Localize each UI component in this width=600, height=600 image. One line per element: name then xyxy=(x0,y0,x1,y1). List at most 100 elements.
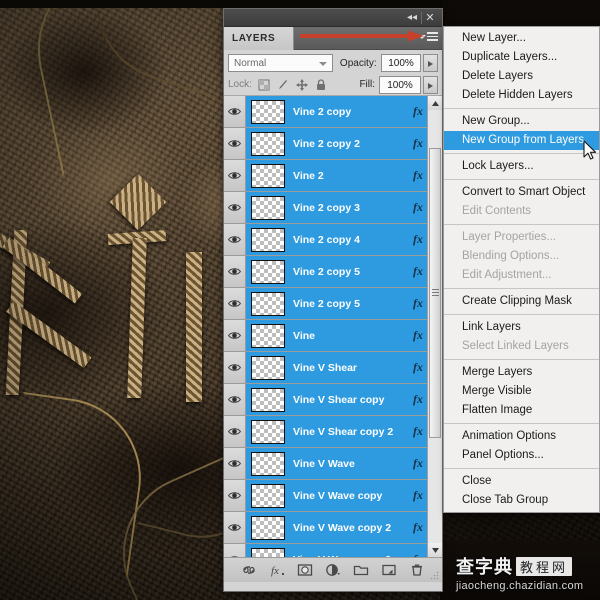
delete-layer-icon[interactable] xyxy=(409,562,425,578)
menu-item[interactable]: Delete Layers xyxy=(444,67,599,86)
table-row[interactable]: Vine V Wave copy 2 fx xyxy=(224,512,442,544)
table-row[interactable]: Vine V Wave copy fx xyxy=(224,480,442,512)
add-layer-mask-icon[interactable] xyxy=(297,562,313,578)
layer-thumbnail[interactable] xyxy=(251,259,285,284)
table-row[interactable]: Vine V Shear fx xyxy=(224,352,442,384)
menu-item[interactable]: Convert to Smart Object xyxy=(444,183,599,202)
layer-effects-fx-icon[interactable]: fx xyxy=(413,392,423,407)
scroll-up-arrow-icon[interactable] xyxy=(428,96,442,110)
add-layer-style-fx-icon[interactable]: fx xyxy=(269,562,285,578)
opacity-stepper[interactable] xyxy=(423,54,438,72)
menu-item[interactable]: Animation Options xyxy=(444,427,599,446)
menu-item[interactable]: Merge Visible xyxy=(444,382,599,401)
layer-visibility-toggle[interactable] xyxy=(224,480,246,511)
layer-thumbnail[interactable] xyxy=(251,195,285,220)
table-row[interactable]: Vine 2 copy 5 fx xyxy=(224,288,442,320)
layer-effects-fx-icon[interactable]: fx xyxy=(413,360,423,375)
menu-item[interactable]: Close Tab Group xyxy=(444,491,599,510)
layer-visibility-toggle[interactable] xyxy=(224,192,246,223)
table-row[interactable]: Vine V Shear copy fx xyxy=(224,384,442,416)
close-icon[interactable]: ✕ xyxy=(422,11,438,25)
fill-stepper[interactable] xyxy=(423,75,438,94)
menu-item[interactable]: Panel Options... xyxy=(444,446,599,465)
new-adjustment-layer-icon[interactable] xyxy=(325,562,341,578)
new-layer-icon[interactable] xyxy=(381,562,397,578)
table-row[interactable]: Vine V Wave copy 3fx xyxy=(224,544,442,557)
layer-thumbnail[interactable] xyxy=(251,451,285,476)
layer-visibility-toggle[interactable] xyxy=(224,384,246,415)
panel-menu-icon[interactable] xyxy=(424,32,438,45)
table-row[interactable]: Vine 2 copy 4 fx xyxy=(224,224,442,256)
layer-effects-fx-icon[interactable]: fx xyxy=(413,104,423,119)
layer-visibility-toggle[interactable] xyxy=(224,256,246,287)
layer-visibility-toggle[interactable] xyxy=(224,96,246,127)
layer-effects-fx-icon[interactable]: fx xyxy=(413,200,423,215)
layer-effects-fx-icon[interactable]: fx xyxy=(413,136,423,151)
menu-item[interactable]: New Group... xyxy=(444,112,599,131)
layer-visibility-toggle[interactable] xyxy=(224,288,246,319)
collapse-to-icons-button[interactable]: ◂◂ xyxy=(404,11,420,25)
tab-layers[interactable]: LAYERS xyxy=(224,27,294,50)
menu-item[interactable]: Duplicate Layers... xyxy=(444,48,599,67)
panel-resize-grip-icon[interactable] xyxy=(430,571,439,580)
table-row[interactable]: Vine V Shear copy 2 fx xyxy=(224,416,442,448)
lock-all-icon[interactable] xyxy=(315,78,327,91)
layer-effects-fx-icon[interactable]: fx xyxy=(413,296,423,311)
menu-item[interactable]: Lock Layers... xyxy=(444,157,599,176)
layer-thumbnail[interactable] xyxy=(251,99,285,124)
layer-visibility-toggle[interactable] xyxy=(224,544,246,557)
layer-thumbnail[interactable] xyxy=(251,483,285,508)
menu-item[interactable]: New Layer... xyxy=(444,29,599,48)
table-row[interactable]: Vine 2 fx xyxy=(224,160,442,192)
blend-mode-select[interactable]: Normal xyxy=(228,54,333,72)
layer-thumbnail[interactable] xyxy=(251,323,285,348)
menu-item[interactable]: Close xyxy=(444,472,599,491)
layer-effects-fx-icon[interactable]: fx xyxy=(413,488,423,503)
layer-effects-fx-icon[interactable]: fx xyxy=(413,232,423,247)
layer-effects-fx-icon[interactable]: fx xyxy=(413,456,423,471)
table-row[interactable]: Vine fx xyxy=(224,320,442,352)
layer-thumbnail[interactable] xyxy=(251,547,285,557)
layer-thumbnail[interactable] xyxy=(251,291,285,316)
layer-effects-fx-icon[interactable]: fx xyxy=(413,168,423,183)
table-row[interactable]: Vine 2 copy fx xyxy=(224,96,442,128)
menu-item[interactable]: Delete Hidden Layers xyxy=(444,86,599,105)
layer-thumbnail[interactable] xyxy=(251,131,285,156)
fill-input[interactable]: 100% xyxy=(379,75,421,94)
layer-visibility-toggle[interactable] xyxy=(224,320,246,351)
layer-thumbnail[interactable] xyxy=(251,419,285,444)
opacity-input[interactable]: 100% xyxy=(380,54,422,72)
layer-thumbnail[interactable] xyxy=(251,163,285,188)
menu-item[interactable]: Flatten Image xyxy=(444,401,599,420)
layer-thumbnail[interactable] xyxy=(251,355,285,380)
layer-effects-fx-icon[interactable]: fx xyxy=(413,264,423,279)
layers-scrollbar[interactable] xyxy=(427,96,442,557)
layer-visibility-toggle[interactable] xyxy=(224,128,246,159)
table-row[interactable]: Vine 2 copy 5 fx xyxy=(224,256,442,288)
link-layers-icon[interactable] xyxy=(241,562,257,578)
layer-visibility-toggle[interactable] xyxy=(224,224,246,255)
layer-thumbnail[interactable] xyxy=(251,515,285,540)
layer-effects-fx-icon[interactable]: fx xyxy=(413,424,423,439)
lock-transparent-pixels-icon[interactable] xyxy=(258,79,270,91)
menu-item[interactable]: Create Clipping Mask xyxy=(444,292,599,311)
layer-visibility-toggle[interactable] xyxy=(224,448,246,479)
scroll-down-arrow-icon[interactable] xyxy=(428,543,442,557)
layer-visibility-toggle[interactable] xyxy=(224,416,246,447)
menu-item[interactable]: Link Layers xyxy=(444,318,599,337)
layer-visibility-toggle[interactable] xyxy=(224,352,246,383)
layer-visibility-toggle[interactable] xyxy=(224,160,246,191)
new-group-icon[interactable] xyxy=(353,562,369,578)
lock-image-pixels-icon[interactable] xyxy=(277,79,289,91)
layer-visibility-toggle[interactable] xyxy=(224,512,246,543)
layer-thumbnail[interactable] xyxy=(251,387,285,412)
layer-thumbnail[interactable] xyxy=(251,227,285,252)
table-row[interactable]: Vine V Wave fx xyxy=(224,448,442,480)
layer-effects-fx-icon[interactable]: fx xyxy=(413,520,423,535)
layer-effects-fx-icon[interactable]: fx xyxy=(413,328,423,343)
table-row[interactable]: Vine 2 copy 2 fx xyxy=(224,128,442,160)
menu-item[interactable]: New Group from Layers xyxy=(444,131,599,150)
lock-position-icon[interactable] xyxy=(295,78,308,91)
table-row[interactable]: Vine 2 copy 3 fx xyxy=(224,192,442,224)
scrollbar-thumb[interactable] xyxy=(429,148,441,438)
